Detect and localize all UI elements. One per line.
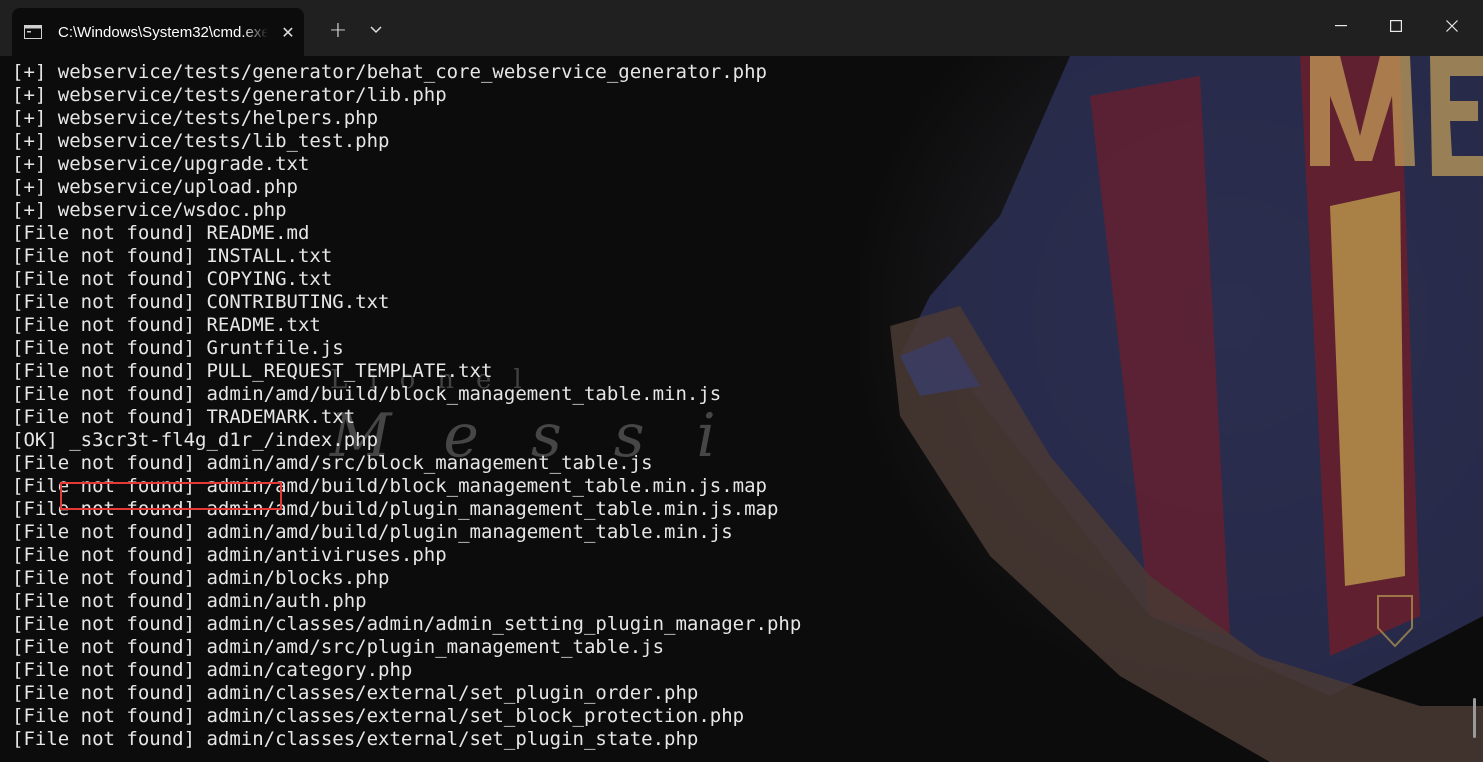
maximize-button[interactable] (1368, 0, 1424, 52)
tab-title: C:\Windows\System32\cmd.exe (58, 23, 268, 41)
terminal-line: [File not found] admin/auth.php (12, 590, 367, 612)
terminal-line: [+] webservice/upgrade.txt (12, 153, 310, 175)
terminal-line: [File not found] admin/amd/src/plugin_ma… (12, 636, 665, 658)
terminal-window: C:\Windows\System32\cmd.exe ✕ + Lionel M… (0, 0, 1483, 762)
terminal-line: [File not found] Gruntfile.js (12, 337, 344, 359)
close-icon (1446, 20, 1458, 32)
title-bar: C:\Windows\System32\cmd.exe ✕ + (0, 0, 1483, 56)
terminal-line: [+] webservice/tests/helpers.php (12, 107, 379, 129)
terminal-line: [File not found] admin/amd/build/block_m… (12, 383, 722, 405)
terminal-line: [File not found] PULL_REQUEST_TEMPLATE.t… (12, 360, 493, 382)
flag-highlight-box (60, 482, 282, 510)
maximize-icon (1390, 20, 1402, 32)
terminal-line: [File not found] TRADEMARK.txt (12, 406, 356, 428)
terminal-line: [File not found] COPYING.txt (12, 268, 333, 290)
terminal-line: [File not found] admin/classes/external/… (12, 705, 745, 727)
scrollbar-thumb[interactable] (1473, 698, 1476, 738)
plus-icon: + (328, 17, 348, 43)
minimize-button[interactable] (1313, 0, 1369, 52)
terminal-line: [File not found] README.txt (12, 314, 321, 336)
terminal-line: [File not found] admin/classes/admin/adm… (12, 613, 802, 635)
close-window-button[interactable] (1424, 0, 1480, 52)
terminal-line: [File not found] admin/classes/external/… (12, 682, 699, 704)
chevron-down-icon (370, 26, 382, 34)
terminal-output: [+] webservice/tests/generator/behat_cor… (12, 61, 1452, 751)
terminal-line: [File not found] admin/category.php (12, 659, 413, 681)
terminal-line: [+] webservice/tests/lib_test.php (12, 130, 390, 152)
minimize-icon (1335, 25, 1347, 27)
terminal-icon (24, 25, 42, 39)
terminal-line: [OK] _s3cr3t-fl4g_d1r_/index.php (12, 429, 379, 451)
terminal-line: [File not found] CONTRIBUTING.txt (12, 291, 390, 313)
new-tab-button[interactable]: + (322, 14, 354, 46)
terminal-line: [File not found] admin/classes/external/… (12, 728, 699, 750)
terminal-line: [+] webservice/tests/generator/behat_cor… (12, 61, 767, 83)
terminal-line: [File not found] admin/amd/build/plugin_… (12, 521, 733, 543)
terminal-area[interactable]: Lionel Messi [+] webservice/tests/genera… (0, 56, 1483, 762)
terminal-line: [File not found] admin/amd/src/block_man… (12, 452, 653, 474)
tab-dropdown-button[interactable] (360, 14, 392, 46)
tab-cmd[interactable]: C:\Windows\System32\cmd.exe ✕ (12, 8, 304, 56)
terminal-line: [File not found] admin/antiviruses.php (12, 544, 447, 566)
terminal-line: [+] webservice/upload.php (12, 176, 298, 198)
terminal-line: [File not found] README.md (12, 222, 310, 244)
close-icon[interactable]: ✕ (274, 18, 302, 46)
terminal-line: [+] webservice/tests/generator/lib.php (12, 84, 447, 106)
terminal-line: [+] webservice/wsdoc.php (12, 199, 287, 221)
terminal-line: [File not found] INSTALL.txt (12, 245, 333, 267)
terminal-line: [File not found] admin/blocks.php (12, 567, 390, 589)
